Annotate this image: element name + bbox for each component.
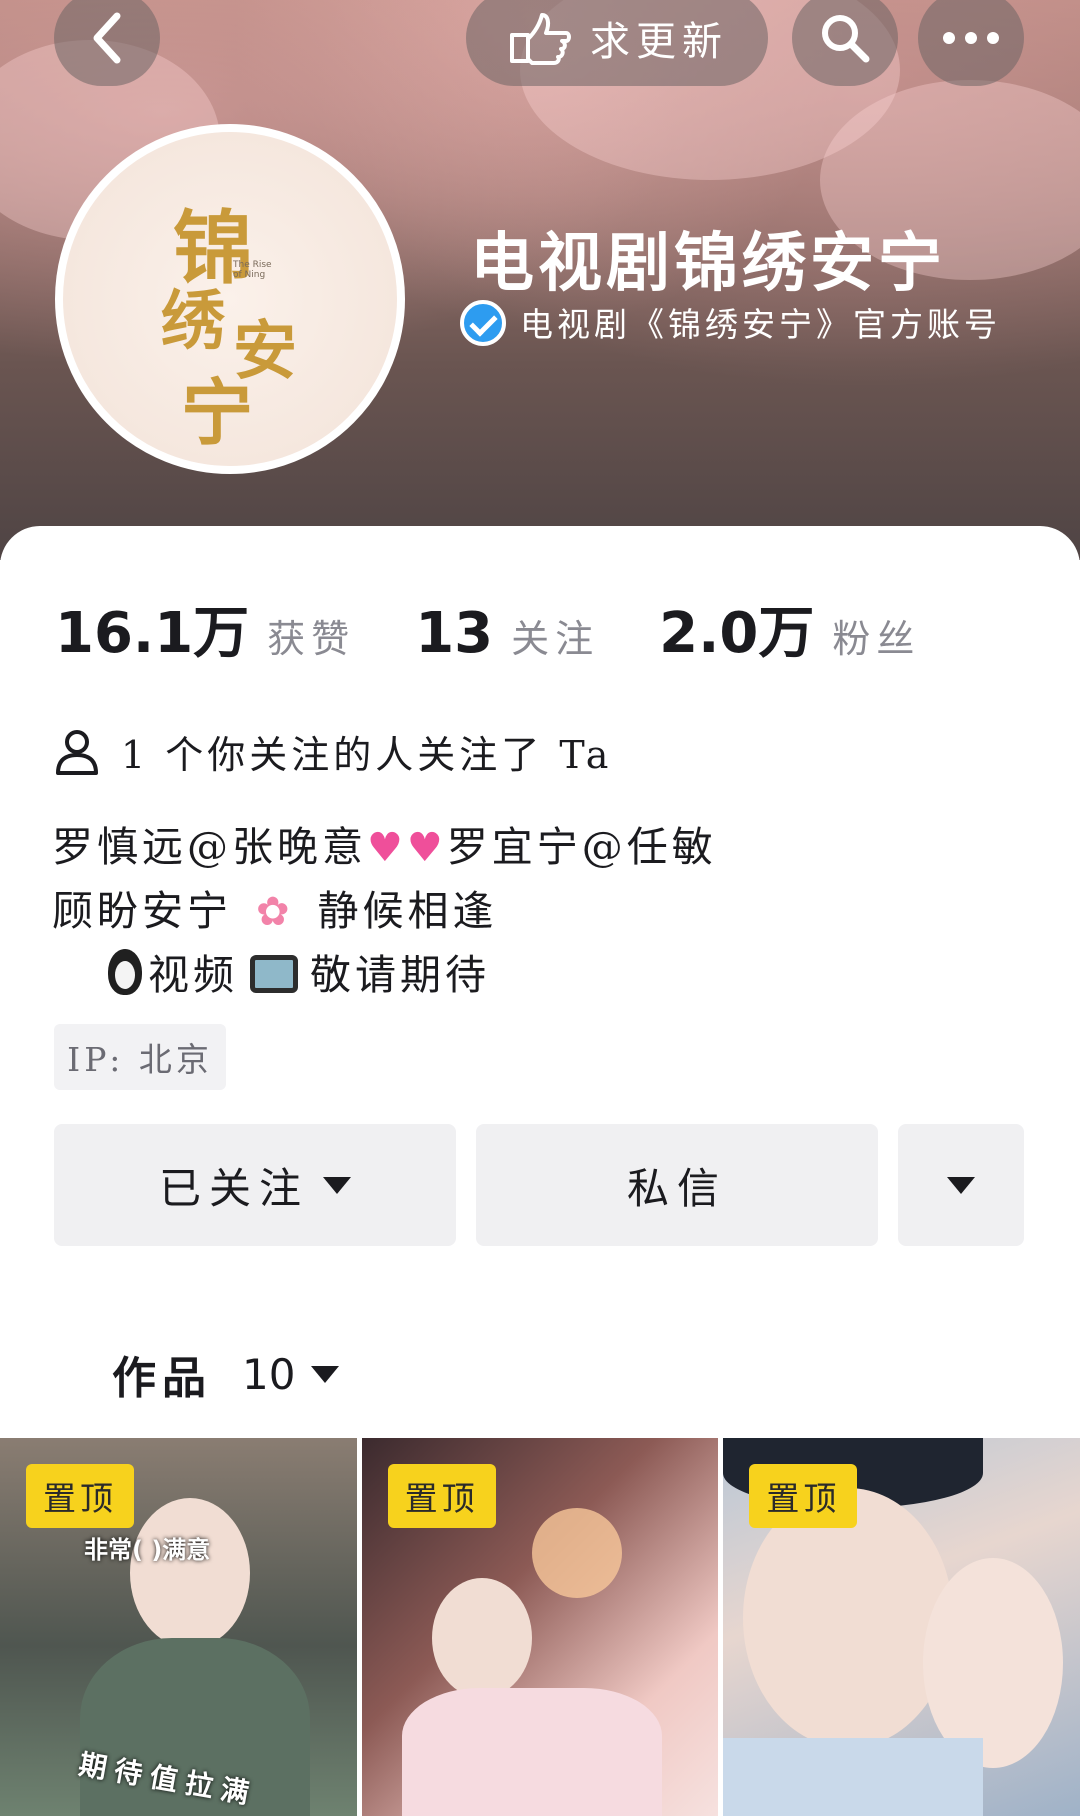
stat-value: 16.1万: [55, 601, 250, 666]
avatar-caption: The Rise of Ning: [233, 260, 272, 280]
recommend-dropdown-button[interactable]: [898, 1124, 1024, 1246]
video-still: [431, 1578, 532, 1698]
verified-badge-icon: [460, 300, 506, 346]
mutual-followers-text: 1 个你关注的人关注了 Ta: [121, 733, 613, 777]
search-icon: [822, 15, 870, 63]
video-still: [723, 1738, 984, 1816]
stat-value: 2.0万: [659, 601, 815, 666]
mutual-followers[interactable]: 1 个你关注的人关注了 Ta: [55, 724, 612, 779]
stat-followers[interactable]: 2.0万 粉丝: [659, 588, 920, 669]
caret-down-icon: [947, 1176, 975, 1194]
avatar-calligraphy: 绣: [161, 284, 225, 359]
video-grid: 非常( )满意 期待值拉满 置顶 置顶 置顶: [0, 1438, 1080, 1816]
person-icon: [56, 729, 98, 775]
stat-label: 关注: [511, 617, 600, 661]
stat-likes[interactable]: 16.1万 获赞: [55, 588, 355, 669]
avatar-calligraphy: 宁: [181, 370, 254, 455]
bio-text: 罗慎远@张晚意: [52, 823, 367, 871]
avatar[interactable]: 锦 绣 安 宁 The Rise of Ning: [55, 124, 405, 474]
video-thumbnail[interactable]: 置顶: [723, 1438, 1080, 1816]
two-hearts-icon: ♥♥: [367, 825, 447, 871]
ip-location-tag: IP: 北京: [54, 1024, 226, 1090]
verification-text: 电视剧《锦绣安宁》官方账号: [520, 305, 1001, 344]
caret-down-icon: [323, 1176, 351, 1194]
account-name: 电视剧锦绣安宁: [470, 226, 946, 301]
more-dots-icon: [943, 32, 999, 44]
pointing-hand-icon: [510, 13, 571, 65]
bio-text: 静候相逢: [317, 887, 498, 935]
caret-down-icon: [311, 1365, 340, 1383]
bio-text: 罗宜宁@任敏: [446, 823, 717, 871]
stat-label: 粉丝: [832, 617, 921, 661]
action-buttons: 已关注 私信: [54, 1124, 1024, 1246]
video-thumbnail[interactable]: 非常( )满意 期待值拉满 置顶: [0, 1438, 357, 1816]
message-label: 私信: [626, 1163, 727, 1213]
cherry-blossom-icon: ✿: [256, 889, 294, 935]
search-button[interactable]: [792, 0, 898, 86]
chevron-left-icon: [93, 12, 121, 64]
television-icon: [250, 955, 298, 993]
more-options-button[interactable]: [918, 0, 1024, 86]
request-update-button[interactable]: 求更新: [466, 0, 768, 86]
bio-line: 视频 敬请期待: [52, 944, 717, 1007]
pinned-badge: 置顶: [749, 1464, 858, 1528]
video-thumbnail[interactable]: 置顶: [361, 1438, 719, 1816]
verification-row: 电视剧《锦绣安宁》官方账号: [460, 300, 1020, 350]
video-still: [401, 1688, 662, 1816]
bio: 罗慎远@张晚意♥♥罗宜宁@任敏 顾盼安宁 ✿ 静候相逢 视频 敬请期待: [52, 816, 717, 1007]
bio-text: 视频: [148, 951, 238, 999]
pinned-badge: 置顶: [387, 1464, 496, 1528]
request-update-label: 求更新: [590, 19, 728, 65]
followed-button[interactable]: 已关注: [54, 1124, 456, 1246]
video-still: [923, 1558, 1064, 1768]
back-button[interactable]: [54, 0, 160, 86]
pinned-badge: 置顶: [26, 1464, 134, 1528]
stat-value: 13: [415, 601, 494, 666]
stat-label: 获赞: [267, 617, 356, 661]
bio-line: 顾盼安宁 ✿ 静候相逢: [52, 880, 717, 944]
profile-banner: 求更新 锦 绣 安 宁 The Rise of Ning 电视剧锦绣安宁 电视剧…: [0, 0, 1080, 560]
lantern-decoration: [531, 1508, 622, 1598]
bio-text: 顾盼安宁: [52, 887, 232, 935]
tab-works[interactable]: 作品 10: [112, 1342, 340, 1406]
bio-text: 敬请期待: [310, 951, 490, 999]
bio-line: 罗慎远@张晚意♥♥罗宜宁@任敏: [52, 816, 717, 880]
video-still: [130, 1498, 250, 1648]
stats-row: 16.1万 获赞 13 关注 2.0万 粉丝: [55, 588, 980, 669]
video-caption: 非常( )满意: [84, 1536, 211, 1564]
works-count: 10: [242, 1349, 296, 1399]
followed-label: 已关注: [158, 1163, 309, 1213]
message-button[interactable]: 私信: [476, 1124, 878, 1246]
works-label: 作品: [112, 1353, 212, 1404]
stat-following[interactable]: 13 关注: [415, 601, 599, 666]
penguin-icon: [108, 949, 142, 995]
